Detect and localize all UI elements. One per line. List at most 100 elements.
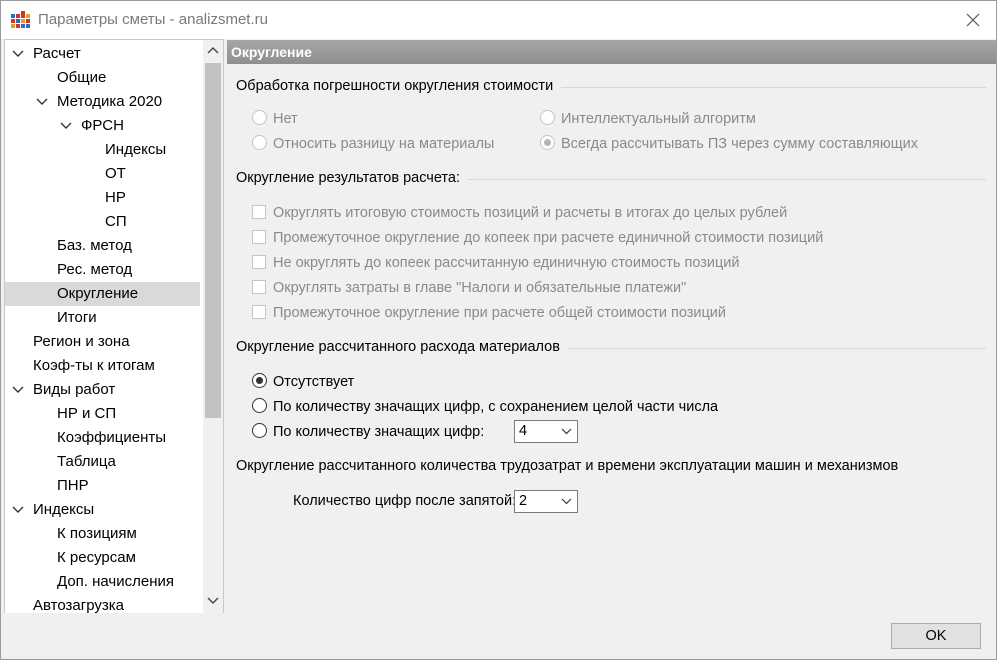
tree-item-label: Округление [57,285,139,302]
checkbox-label: Округлять итоговую стоимость позиций и р… [273,205,788,221]
tree-item[interactable]: НР и СП [5,402,200,426]
radio-button[interactable] [252,423,267,438]
radio-button[interactable] [252,373,267,388]
window-title: Параметры сметы - analizsmet.ru [38,11,268,28]
tree-item[interactable]: Округление [5,282,200,306]
tree-item[interactable]: ОТ [5,162,200,186]
scroll-down-button[interactable] [203,591,223,613]
tree-item-label: Доп. начисления [57,573,174,590]
tree-item[interactable]: Регион и зона [5,330,200,354]
group-title-results: Округление результатов расчета: [236,170,468,186]
scroll-up-button[interactable] [203,40,223,62]
radio-label: Нет [273,111,298,127]
tree-item-label: Таблица [57,453,116,470]
chevron-up-icon [207,47,219,54]
select-value: 2 [519,493,528,509]
close-button[interactable] [950,1,996,39]
group-title-error: Обработка погрешности округления стоимос… [236,78,562,94]
tree-item[interactable]: Коэф-ты к итогам [5,354,200,378]
chevron-down-icon[interactable] [12,385,24,395]
chevron-down-icon[interactable] [36,97,48,107]
tree-item-label: Рес. метод [57,261,133,278]
tree-item[interactable]: СП [5,210,200,234]
tree-item[interactable]: Таблица [5,450,200,474]
sig-digits-select[interactable]: 4 [514,420,578,443]
parameters-window: Параметры сметы - analizsmet.ru Расчет Об… [0,0,997,660]
tree-item-label: СП [105,213,127,230]
settings-tree: Расчет Общие Методика 2020 ФРСН Индексы ОТ НР С… [4,39,224,614]
tree-item[interactable]: Автозагрузка [5,594,200,613]
tree-item[interactable]: Общие [5,66,200,90]
decimals-label: Количество цифр после запятой: [293,493,517,509]
tree-item-label: Коэффициенты [57,429,167,446]
checkbox[interactable] [252,305,266,319]
tree-item-label: Итоги [57,309,97,326]
chevron-down-icon [561,498,572,505]
checkbox[interactable] [252,255,266,269]
tree-scrollbar[interactable] [203,40,223,613]
tree-item[interactable]: Рес. метод [5,258,200,282]
checkbox[interactable] [252,280,266,294]
tree-item-label: ПНР [57,477,89,494]
section-header: Округление [227,40,996,64]
tree-item[interactable]: ФРСН [5,114,200,138]
tree-item[interactable]: Индексы [5,498,200,522]
radio-button[interactable] [252,135,267,150]
checkbox[interactable] [252,230,266,244]
checkbox-label: Не округлять до копеек рассчитанную един… [273,255,740,271]
chevron-down-icon [561,428,572,435]
tree-item-label: Баз. метод [57,237,132,254]
radio-button[interactable] [252,398,267,413]
tree-item-label: Виды работ [33,381,116,398]
tree-item-label: ОТ [105,165,126,182]
checkbox-label: Промежуточное округление при расчете общ… [273,305,726,321]
tree-item[interactable]: Итоги [5,306,200,330]
tree-item-label: НР и СП [57,405,117,422]
tree-item[interactable]: Коэффициенты [5,426,200,450]
chevron-down-icon[interactable] [12,49,24,59]
scroll-thumb[interactable] [205,63,221,418]
chevron-down-icon[interactable] [12,505,24,515]
radio-label: Относить разницу на материалы [273,136,495,152]
close-icon [966,13,980,27]
chevron-down-icon [207,597,219,604]
radio-dot [544,139,551,146]
tree-item-label: Индексы [105,141,167,158]
tree-item-label: Регион и зона [33,333,130,350]
radio-button[interactable] [252,110,267,125]
radio-button[interactable] [540,135,555,150]
decimals-select[interactable]: 2 [514,490,578,513]
title-bar: Параметры сметы - analizsmet.ru [1,1,996,39]
tree-item-label: Индексы [33,501,95,518]
tree-item[interactable]: Индексы [5,138,200,162]
radio-label: По количеству значащих цифр, с сохранени… [273,399,719,415]
ok-button[interactable]: OK [891,623,981,649]
tree-item[interactable]: Методика 2020 [5,90,200,114]
tree-item-label: Методика 2020 [57,93,163,110]
checkbox-label: Промежуточное округление до копеек при р… [273,230,824,246]
dialog-footer [1,613,996,659]
tree-item-label: Общие [57,69,107,86]
radio-dot [256,377,263,384]
checkbox[interactable] [252,205,266,219]
tree-item[interactable]: Виды работ [5,378,200,402]
tree-item-label: Расчет [33,45,81,62]
settings-content: Округление Обработка погрешности округле… [227,40,996,612]
radio-label: Всегда рассчитывать ПЗ через сумму соста… [561,136,919,152]
tree-item[interactable]: Расчет [5,42,200,66]
tree-item[interactable]: К позициям [5,522,200,546]
tree-item[interactable]: Доп. начисления [5,570,200,594]
tree-item-label: Коэф-ты к итогам [33,357,155,374]
tree-item-label: НР [105,189,126,206]
tree-item[interactable]: ПНР [5,474,200,498]
tree-item[interactable]: НР [5,186,200,210]
chevron-down-icon[interactable] [60,121,72,131]
radio-label: По количеству значащих цифр: [273,424,485,440]
select-value: 4 [519,423,528,439]
tree-item-label: К ресурсам [57,549,136,566]
radio-button[interactable] [540,110,555,125]
tree-item[interactable]: Баз. метод [5,234,200,258]
checkbox-label: Округлять затраты в главе "Налоги и обяз… [273,280,687,296]
tree-item[interactable]: К ресурсам [5,546,200,570]
group-title-materials: Округление рассчитанного расхода материа… [236,339,568,355]
